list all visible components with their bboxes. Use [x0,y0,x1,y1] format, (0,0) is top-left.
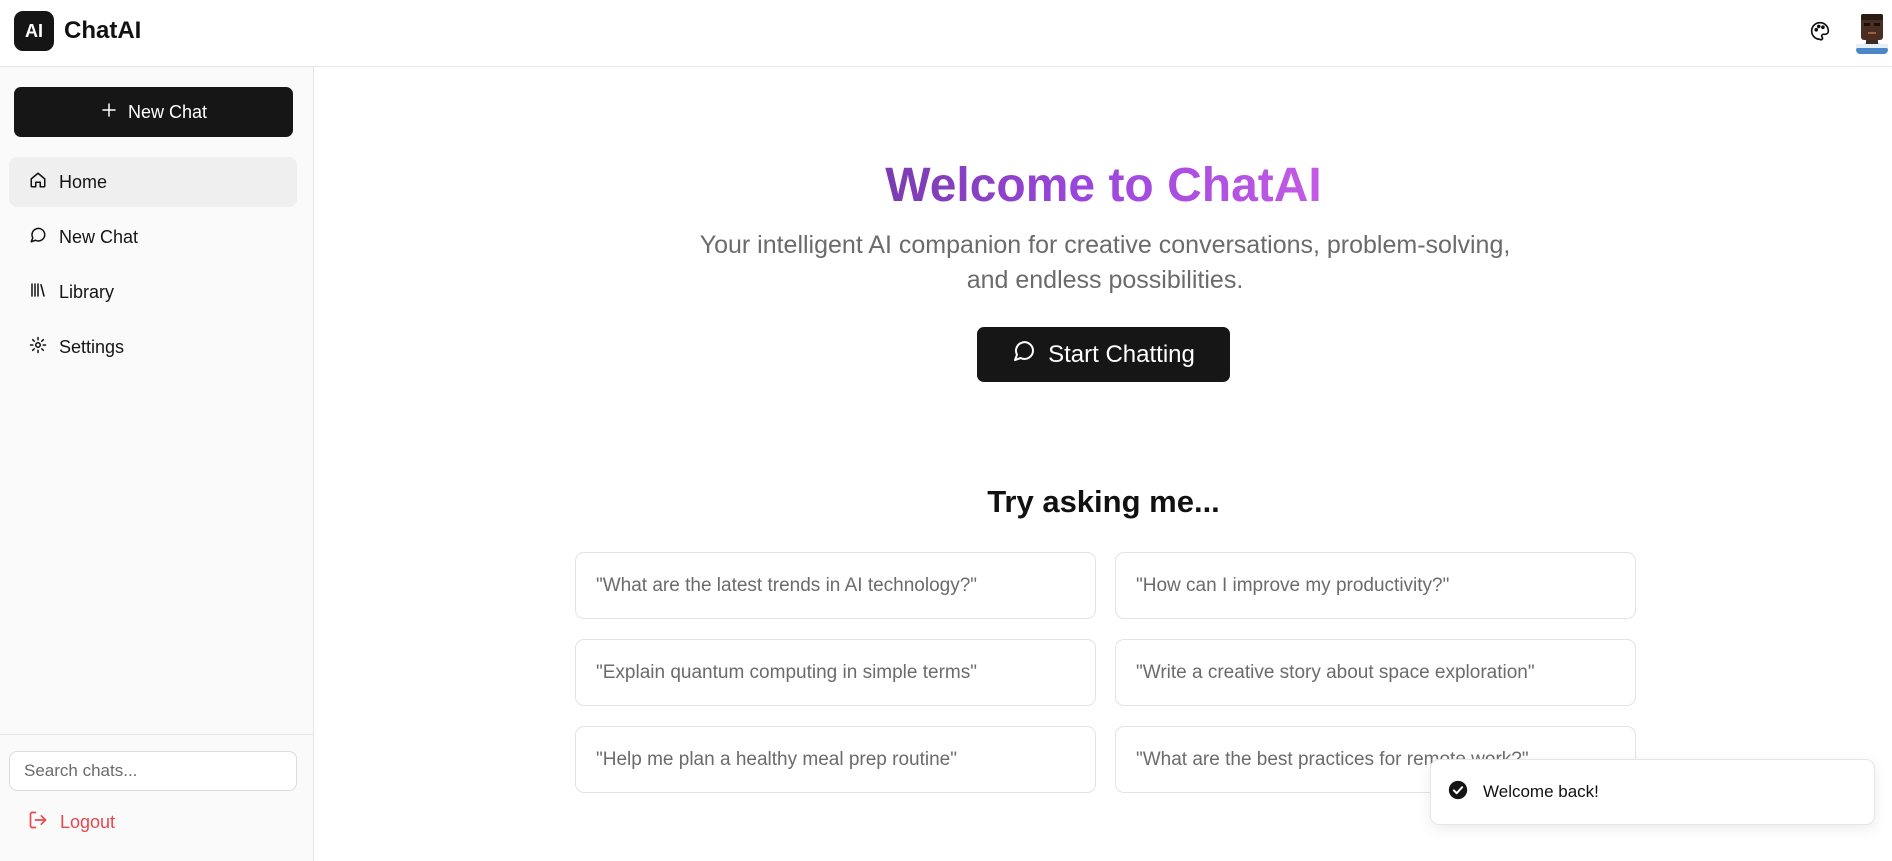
start-chatting-label: Start Chatting [1048,340,1195,368]
page-title-text: Welcome to ChatAI [885,159,1322,212]
logout-label: Logout [60,811,116,832]
start-chatting-button[interactable]: Start Chatting [977,327,1230,382]
sidebar-item-label: Settings [59,336,125,357]
suggestion-card[interactable]: "Write a creative story about space expl… [1115,639,1636,706]
search-chats-input[interactable] [9,751,297,791]
toast-message: Welcome back! [1483,782,1599,801]
sidebar-item-label: New Chat [59,226,139,247]
sidebar-item-label: Library [59,281,115,302]
theme-button[interactable] [1805,18,1835,48]
suggestion-card[interactable]: "What are the latest trends in AI techno… [575,552,1096,619]
toast-notification: Welcome back! [1430,759,1875,825]
suggestion-card[interactable]: "Help me plan a healthy meal prep routin… [575,726,1096,793]
check-circle-icon [1447,779,1469,806]
sidebar-item-label: Home [59,171,108,192]
suggestion-card[interactable]: "How can I improve my productivity?" [1115,552,1636,619]
sidebar-item-home[interactable]: Home [9,157,297,207]
home-icon [29,171,47,194]
new-chat-button[interactable]: New Chat [14,87,293,137]
app-logo[interactable]: AI [14,11,54,51]
sidebar-divider [0,734,314,735]
logo-text: AI [25,20,43,41]
page-subtitle: Your intelligent AI companion for creati… [699,231,1511,294]
sidebar-item-new-chat[interactable]: New Chat [9,212,297,262]
sidebar-item-library[interactable]: Library [9,267,297,317]
logout-button[interactable]: Logout [28,802,115,842]
library-icon [29,281,47,304]
suggestions-heading: Try asking me... [987,484,1220,519]
message-circle-icon [29,226,47,249]
message-circle-icon [1012,339,1036,370]
suggestion-card[interactable]: "Explain quantum computing in simple ter… [575,639,1096,706]
gear-icon [29,336,47,359]
new-chat-button-label: New Chat [127,101,208,122]
palette-icon [1810,21,1830,46]
sidebar-item-settings[interactable]: Settings [9,322,297,372]
top-bar: AI ChatAI [0,0,1892,67]
logout-icon [28,810,48,835]
main-content: Welcome to ChatAI Your intelligent AI co… [315,68,1892,861]
avatar[interactable] [1852,10,1892,54]
app-title[interactable]: ChatAI [64,17,141,45]
sidebar: New Chat Home New Chat Library Settings … [0,67,314,861]
page-title: Welcome to ChatAI [315,158,1892,213]
plus-icon [100,101,118,124]
